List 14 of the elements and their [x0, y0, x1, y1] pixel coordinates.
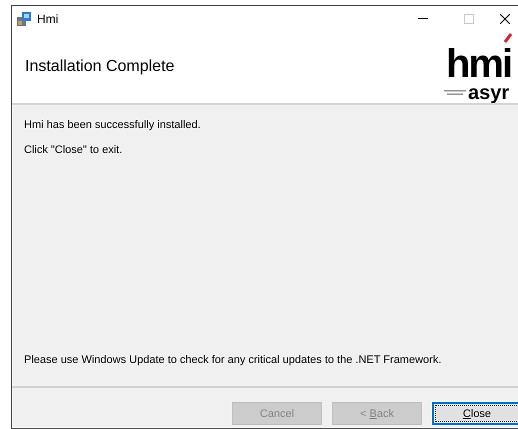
maximize-icon — [464, 14, 474, 24]
tagline-drawing — [444, 90, 466, 96]
update-note: Please use Windows Update to check for any critical updates to the .NET Framework. — [23, 354, 442, 368]
page-heading: Installation Complete — [25, 58, 176, 76]
message-text: Hmi has been successfully installed. — [24, 119, 202, 131]
logo-subtext: asyr — [468, 83, 510, 103]
minimize-icon — [418, 18, 428, 19]
dialog-button[interactable]: Close — [432, 402, 518, 425]
close-icon — [500, 14, 510, 24]
message-text: Click "Close" to exit. — [24, 144, 124, 156]
window-title: Hmi — [37, 12, 60, 26]
logo-text: hmi — [446, 44, 512, 84]
logo-accent-icon — [502, 33, 512, 43]
installer-icon — [16, 10, 32, 26]
